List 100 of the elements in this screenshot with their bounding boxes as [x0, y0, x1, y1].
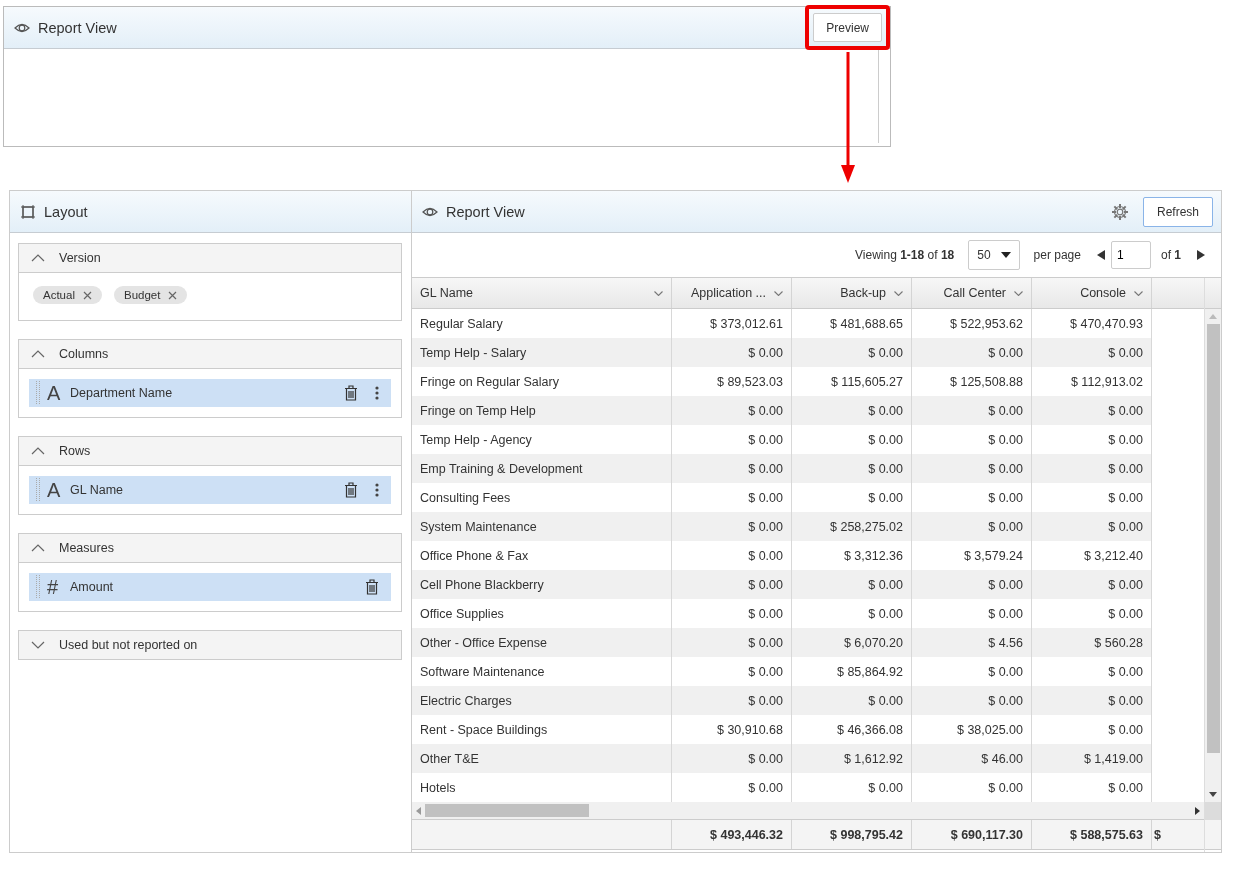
table-cell: $ 0.00 — [672, 744, 792, 773]
kebab-icon[interactable] — [375, 386, 379, 400]
chip-label: Actual — [43, 289, 75, 301]
vertical-scrollbar[interactable] — [1205, 309, 1221, 802]
table-cell: $ 0.00 — [672, 686, 792, 715]
table-cell: $ 0.00 — [1032, 338, 1152, 367]
type-glyph: A — [47, 478, 62, 502]
total-cell: $ 690,117.30 — [912, 820, 1032, 849]
table-cell: Electric Charges — [412, 686, 672, 715]
column-header[interactable]: Application ... — [672, 278, 792, 308]
page-count: of 1 — [1160, 248, 1181, 262]
chevron-down-icon[interactable] — [1134, 290, 1143, 296]
section-header[interactable]: Used but not reported on — [19, 631, 401, 659]
table-cell: $ 0.00 — [1032, 512, 1152, 541]
chevron-down-icon[interactable] — [894, 290, 903, 296]
table-cell: $ 0.00 — [912, 686, 1032, 715]
table-cell: Temp Help - Salary — [412, 338, 672, 367]
table-cell: $ 0.00 — [792, 454, 912, 483]
table-cell: $ 258,275.02 — [792, 512, 912, 541]
total-cell: $ 588,575.63 — [1032, 820, 1152, 849]
chevron-down-icon[interactable] — [774, 290, 783, 296]
column-header[interactable]: Console — [1032, 278, 1152, 308]
table-cell: $ 0.00 — [792, 396, 912, 425]
table-cell: $ 0.00 — [1032, 454, 1152, 483]
section-header[interactable]: Version — [19, 244, 401, 272]
trash-icon[interactable] — [365, 579, 379, 595]
total-cell: $ 493,446.32 — [672, 820, 792, 849]
panel-title: Report View — [38, 19, 117, 36]
chevron-down-icon[interactable] — [31, 641, 45, 649]
table-cell: $ 0.00 — [792, 570, 912, 599]
table-cell: $ 0.00 — [672, 512, 792, 541]
previous-page-icon[interactable] — [1096, 250, 1105, 260]
page-size-dropdown[interactable]: 50 — [968, 240, 1020, 270]
table-cell: $ 560.28 — [1032, 628, 1152, 657]
chip-label: Budget — [123, 289, 161, 301]
panel-title: Report View — [446, 203, 525, 220]
field-label: Amount — [70, 580, 114, 594]
column-header[interactable]: Back-up — [792, 278, 912, 308]
scroll-down-icon[interactable] — [1209, 792, 1217, 797]
scroll-left-icon[interactable] — [416, 806, 421, 815]
table-cell: $ 1,419.00 — [1032, 744, 1152, 773]
drag-handle-icon[interactable] — [36, 575, 40, 599]
refresh-button[interactable]: Refresh — [1142, 196, 1213, 227]
table-cell: $ 6,070.20 — [792, 628, 912, 657]
table-cell: Other T&E — [412, 744, 672, 773]
table-cell: $ 0.00 — [912, 338, 1032, 367]
table-cell: Cell Phone Blackberry — [412, 570, 672, 599]
chevron-up-icon[interactable] — [31, 350, 45, 358]
table-cell: $ 0.00 — [672, 396, 792, 425]
table-cell: $ 0.00 — [912, 570, 1032, 599]
table-cell: $ 0.00 — [672, 454, 792, 483]
table-cell: $ 46.00 — [912, 744, 1032, 773]
page-number-field[interactable]: 1 — [1110, 241, 1151, 269]
chevron-down-icon[interactable] — [1014, 290, 1023, 296]
table-cell: $ 0.00 — [672, 628, 792, 657]
table-cell: Other - Office Expense — [412, 628, 672, 657]
chevron-up-icon[interactable] — [31, 447, 45, 455]
field-pill[interactable]: A Department Name — [29, 379, 391, 407]
preview-button[interactable]: Preview — [813, 13, 882, 42]
drag-handle-icon[interactable] — [36, 381, 40, 405]
field-label: Department Name — [70, 386, 173, 400]
field-pill[interactable]: # Amount — [29, 573, 391, 601]
table-cell: $ 0.00 — [912, 512, 1032, 541]
table-cell: $ 0.00 — [792, 686, 912, 715]
chevron-up-icon[interactable] — [31, 254, 45, 262]
table-cell: $ 1,612.92 — [792, 744, 912, 773]
trash-icon[interactable] — [344, 385, 358, 401]
table-cell: Emp Training & Development — [412, 454, 672, 483]
table-cell: $ 0.00 — [912, 454, 1032, 483]
table-cell: $ 0.00 — [672, 570, 792, 599]
kebab-icon[interactable] — [375, 483, 379, 497]
scroll-right-icon[interactable] — [1195, 806, 1200, 815]
total-cell-text: $ — [1153, 826, 1162, 844]
section-header[interactable]: Rows — [19, 437, 401, 465]
chevron-down-icon[interactable] — [654, 290, 663, 296]
drag-handle-icon[interactable] — [36, 478, 40, 502]
table-cell: $ 0.00 — [792, 338, 912, 367]
settings-icon[interactable] — [1110, 202, 1129, 221]
close-icon[interactable] — [82, 290, 92, 300]
table-cell: $ 0.00 — [1032, 570, 1152, 599]
chevron-up-icon[interactable] — [31, 544, 45, 552]
close-icon[interactable] — [168, 290, 178, 300]
section-header[interactable]: Measures — [19, 534, 401, 562]
caret-down-icon — [1000, 252, 1011, 258]
field-pill[interactable]: A GL Name — [29, 476, 391, 504]
trash-icon[interactable] — [344, 482, 358, 498]
table-cell: System Maintenance — [412, 512, 672, 541]
table-cell: $ 0.00 — [672, 338, 792, 367]
section-header[interactable]: Columns — [19, 340, 401, 368]
viewing-count: Viewing 1-18 of 18 — [855, 248, 955, 262]
table-cell: $ 0.00 — [912, 396, 1032, 425]
type-glyph: # — [47, 575, 60, 599]
per-page-label: per page — [1033, 248, 1081, 262]
column-header[interactable]: GL Name — [412, 278, 672, 308]
type-glyph: A — [47, 381, 62, 405]
column-header[interactable]: Call Center — [912, 278, 1032, 308]
horizontal-scrollbar[interactable] — [412, 802, 1204, 820]
panel-title: Layout — [44, 203, 88, 220]
next-page-icon[interactable] — [1197, 250, 1205, 260]
frame-icon — [20, 203, 36, 220]
